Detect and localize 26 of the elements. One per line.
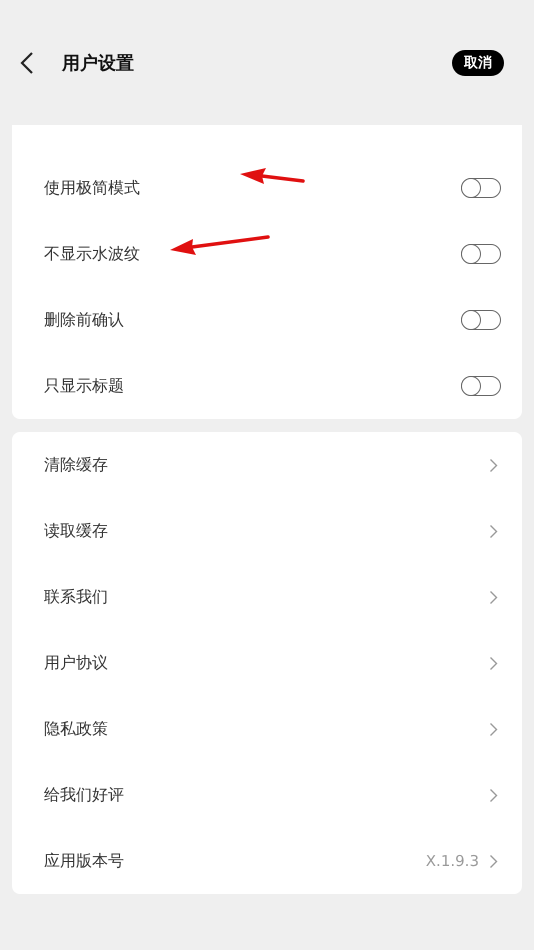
setting-label: 删除前确认	[44, 310, 124, 330]
chevron-right-icon	[489, 524, 498, 538]
menu-item[interactable]: 读取缓存	[12, 498, 522, 564]
toggle-switch[interactable]	[461, 376, 501, 396]
cancel-button[interactable]: 取消	[452, 50, 504, 76]
toggle-switch[interactable]	[461, 244, 501, 264]
chevron-right-icon	[489, 722, 498, 736]
page-title: 用户设置	[62, 52, 135, 74]
menu-item[interactable]: 用户协议	[12, 630, 522, 696]
menu-item[interactable]: 应用版本号 X.1.9.3	[12, 828, 522, 894]
menu-item[interactable]: 给我们好评	[12, 762, 522, 828]
setting-label: 使用极简模式	[44, 178, 140, 198]
setting-label: 只显示标题	[44, 376, 124, 396]
chevron-right-icon	[489, 590, 498, 604]
chevron-right-icon	[489, 656, 498, 670]
arrow	[240, 168, 305, 184]
menu-item[interactable]: 清除缓存	[12, 432, 522, 498]
menu-item[interactable]: 联系我们	[12, 564, 522, 630]
back-icon[interactable]	[20, 50, 34, 74]
setting-label: 不显示水波纹	[44, 244, 140, 264]
toggle-switch[interactable]	[461, 178, 501, 198]
chevron-right-icon	[489, 788, 498, 802]
chevron-right-icon	[489, 458, 498, 472]
chevron-right-icon	[489, 854, 498, 868]
toggle-switch[interactable]	[461, 310, 501, 330]
menu-item[interactable]: 隐私政策	[12, 696, 522, 762]
